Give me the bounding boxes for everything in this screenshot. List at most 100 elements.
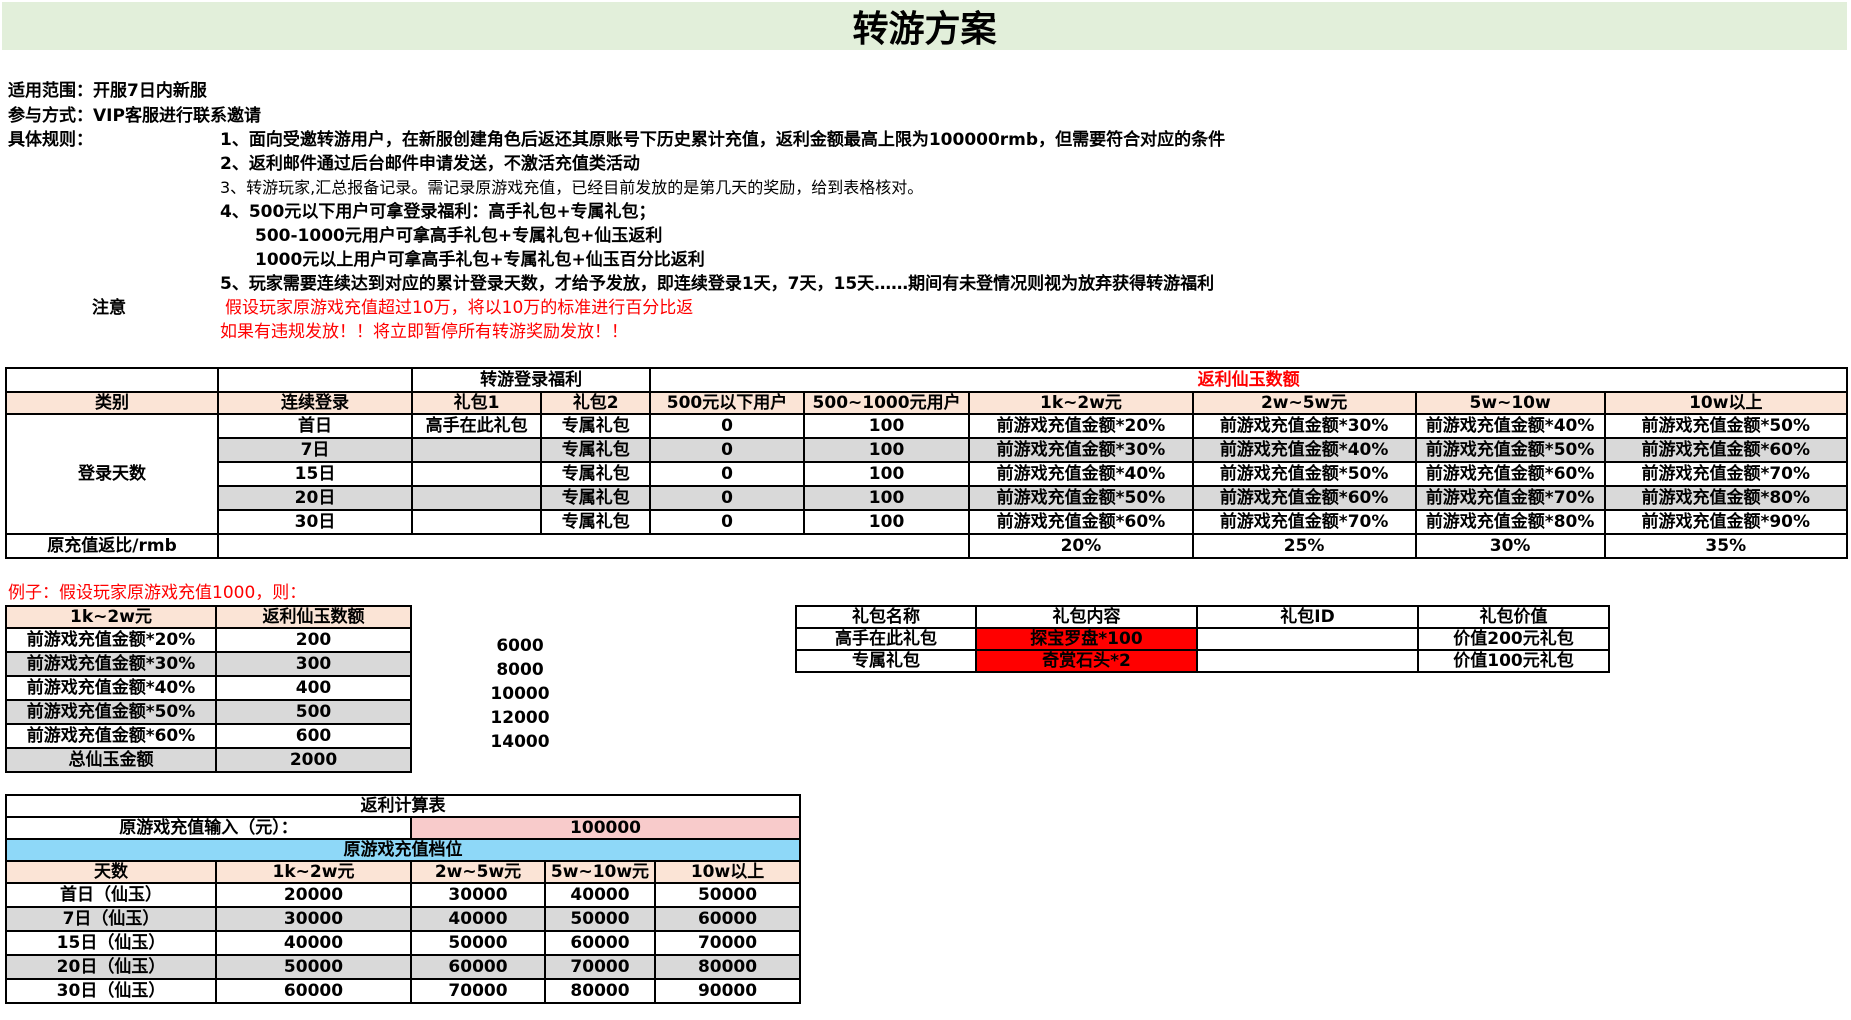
cell-value: 300 [215,651,412,677]
cell-gift-2: 专属礼包 [540,485,652,511]
cell-rebate-1: 前游戏充值金额*60% [968,509,1194,535]
rule-2: 2、返利邮件通过后台邮件申请发送，不激活充值类活动 [220,154,640,174]
cell-rebate-2: 前游戏充值金额*40% [1191,437,1417,463]
cell-gift-2: 专属礼包 [540,509,652,535]
cell-value: 80000 [544,978,656,1004]
note-label: 注意 [92,298,126,318]
cell-value: 50000 [544,906,656,932]
cell-value: 70000 [653,930,802,956]
cell-rebate-1: 前游戏充值金额*20% [968,413,1194,439]
cell-rebate-2: 前游戏充值金额*60% [1191,485,1417,511]
col-gift-2: 礼包2 [540,391,652,415]
table-row: 前游戏充值金额*60% 600 [5,723,412,749]
col-2w-5w: 2w~5w元 [1191,391,1417,415]
cell-gift-name: 高手在此礼包 [795,627,977,651]
cell-under-500: 0 [649,509,805,535]
cell-formula: 前游戏充值金额*60% [5,723,217,749]
cell-day: 15日 [217,461,413,487]
table-row: 20日（仙玉） 50000 60000 70000 80000 [5,954,802,980]
table-row: 30日（仙玉） 60000 70000 80000 90000 [5,978,802,1004]
rule-3: 3、转游玩家,汇总报备记录。需记录原游戏充值，已经目前发放的是第几天的奖励，给到… [220,178,924,197]
table-row: 前游戏充值金额*50% 500 [5,699,412,725]
table-row: 总仙玉金额 2000 [5,747,412,773]
cell-gift-2: 专属礼包 [540,437,652,463]
side-value: 8000 [496,660,544,680]
table-row: 专属礼包 奇赏石头*2 价值100元礼包 [795,649,1610,673]
col-consecutive-login: 连续登录 [217,391,413,415]
cell-gift-2: 专属礼包 [540,413,652,439]
cell-rebate-3: 前游戏充值金额*70% [1414,485,1606,511]
cell-value: 40000 [215,930,412,956]
table-row: 前游戏充值金额*40% 400 [5,675,412,701]
calc-title: 返利计算表 [4,794,802,818]
cell-value: 600 [215,723,412,749]
rule-1: 1、面向受邀转游用户，在新服创建角色后返还其原账号下历史累计充值，返利金额最高上… [220,130,1226,150]
cell-rebate-3: 前游戏充值金额*50% [1414,437,1606,463]
example-table: 1k~2w元 返利仙玉数额 前游戏充值金额*20% 200 前游戏充值金额*30… [5,605,412,773]
cell-rebate-4: 前游戏充值金额*80% [1603,485,1849,511]
cell-rebate-1: 前游戏充值金额*40% [968,461,1194,487]
table-row: 高手在此礼包 探宝罗盘*100 价值200元礼包 [795,627,1610,651]
calc-tier-label: 原游戏充值档位 [4,838,802,862]
col-gift-value: 礼包价值 [1417,605,1610,629]
rules-label: 具体规则： [8,130,93,150]
table-row: 15日 专属礼包 0 100 前游戏充值金额*40% 前游戏充值金额*50% 前… [6,461,1849,487]
cell-500-1000: 100 [802,485,971,511]
calc-input-field[interactable]: 100000 [409,816,802,840]
cell-rebate-3: 前游戏充值金额*40% [1414,413,1606,439]
cell-value: 400 [215,675,412,701]
col-gift-1: 礼包1 [410,391,543,415]
cell-formula: 前游戏充值金额*30% [5,651,217,677]
col-5w-10w: 5w~10w元 [544,860,656,884]
method-text: 参与方式：VIP客服进行联系邀请 [8,106,261,126]
rule-5: 5、玩家需要连续达到对应的累计登录天数，才给予发放，即连续登录1天，7天，15天… [220,274,1215,294]
footer-ratio: 25% [1191,533,1417,559]
cell-value: 40000 [410,906,546,932]
cell-gift-value: 价值100元礼包 [1417,649,1610,673]
table-row: 7日（仙玉） 30000 40000 50000 60000 [5,906,802,932]
cell-rebate-2: 前游戏充值金额*30% [1191,413,1417,439]
col-5w-10w: 5w~10w [1414,391,1606,415]
example-label: 例子：假设玩家原游戏充值1000，则： [8,583,307,603]
col-category: 类别 [4,391,220,415]
footer-ratio: 20% [968,533,1194,559]
page-title: 转游方案 [2,2,1847,50]
cell-day: 首日（仙玉） [5,882,217,908]
col-1k-2w: 1k~2w元 [968,391,1194,415]
col-10w-plus: 10w以上 [653,860,802,884]
cell-value: 40000 [544,882,656,908]
col-tier: 1k~2w元 [5,605,217,629]
col-gift-content: 礼包内容 [975,605,1198,629]
cell-gift-content: 探宝罗盘*100 [975,627,1198,651]
table-row: 前游戏充值金额*20% 200 [5,627,412,653]
col-days: 天数 [5,860,217,884]
cell-under-500: 0 [649,437,805,463]
cell-500-1000: 100 [802,413,971,439]
cell-rebate-4: 前游戏充值金额*90% [1603,509,1849,535]
side-value: 6000 [496,636,544,656]
cell-day: 30日（仙玉） [5,978,217,1004]
cell-gift-1 [410,509,543,535]
footer-label: 原充值返比/rmb [4,533,220,559]
table-row: 前游戏充值金额*30% 300 [5,651,412,677]
cell-500-1000: 100 [802,509,971,535]
cell-value: 80000 [653,954,802,980]
cell-value: 20000 [215,882,412,908]
cell-gift-1: 高手在此礼包 [410,413,543,439]
rule-4a: 4、500元以下用户可拿登录福利：高手礼包+专属礼包； [220,202,656,222]
cell-value: 60000 [544,930,656,956]
cell-value: 30000 [215,906,412,932]
cell-gift-id [1196,627,1419,651]
cell-value: 70000 [410,978,546,1004]
cell-gift-value: 价值200元礼包 [1417,627,1610,651]
gift-table: 礼包名称 礼包内容 礼包ID 礼包价值 高手在此礼包 探宝罗盘*100 价值20… [795,605,1610,673]
cell-under-500: 0 [649,485,805,511]
cell-gift-2: 专属礼包 [540,461,652,487]
cell-rebate-2: 前游戏充值金额*50% [1191,461,1417,487]
cell-value: 60000 [653,906,802,932]
cell-formula: 前游戏充值金额*40% [5,675,217,701]
cell-value: 50000 [410,930,546,956]
cell-rebate-4: 前游戏充值金额*70% [1603,461,1849,487]
rule-4b: 500-1000元用户可拿高手礼包+专属礼包+仙玉返利 [255,226,663,246]
cell-day: 20日（仙玉） [5,954,217,980]
